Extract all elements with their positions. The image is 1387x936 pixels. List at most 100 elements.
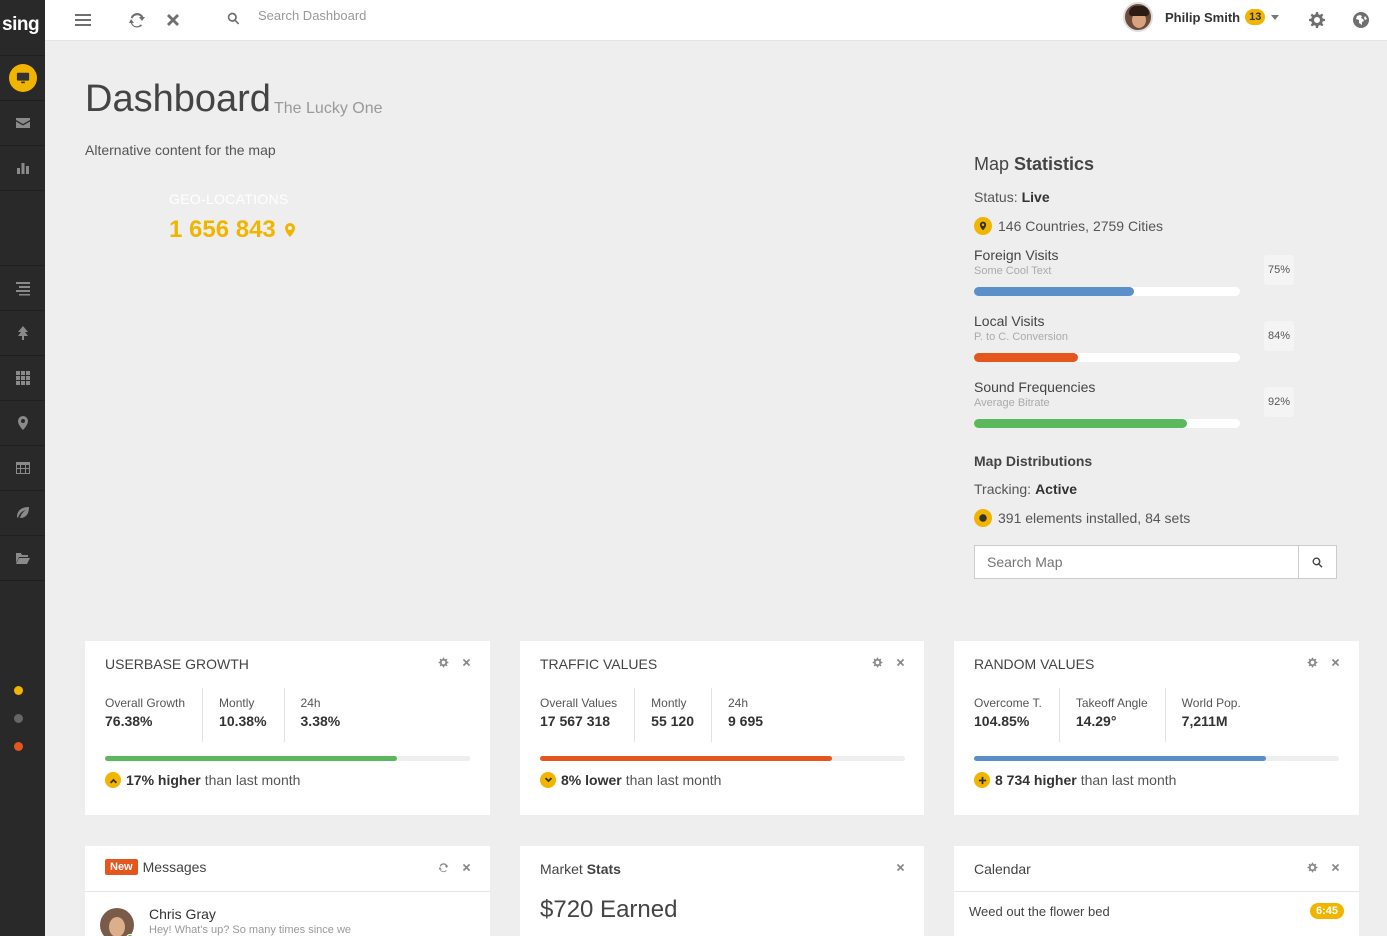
tree-icon bbox=[17, 326, 28, 340]
status-dot-orange[interactable] bbox=[14, 742, 23, 751]
stat-label: 24h bbox=[300, 696, 321, 710]
stat-value: 17 567 318 bbox=[540, 713, 611, 729]
search-dashboard-input[interactable]: Search Dashboard bbox=[258, 8, 366, 23]
globe-icon[interactable] bbox=[1352, 11, 1370, 29]
message-preview[interactable]: Hey! What's up? So many times since we bbox=[149, 924, 351, 936]
nav-extra[interactable] bbox=[0, 491, 45, 536]
brand-logo[interactable]: sing bbox=[0, 0, 45, 56]
widget-footer: 8% lower than last month bbox=[540, 772, 721, 788]
nav-lists[interactable] bbox=[0, 266, 45, 311]
divider bbox=[85, 891, 490, 892]
stat-value: 14.29° bbox=[1075, 713, 1117, 729]
menu-icon[interactable] bbox=[74, 11, 92, 29]
progress-list: Foreign Visits Some Cool Text 75% Local Vis… bbox=[974, 247, 1337, 445]
stat-label: Overcome T. bbox=[974, 696, 1042, 710]
progress-fill bbox=[974, 353, 1078, 362]
chevron-down-icon bbox=[1271, 14, 1280, 20]
progress-bar bbox=[974, 287, 1240, 296]
user-menu[interactable]: Philip Smith 13 bbox=[1123, 2, 1280, 32]
nav-charts[interactable] bbox=[0, 146, 45, 191]
bar-chart-icon bbox=[16, 163, 29, 174]
new-badge: New bbox=[105, 859, 138, 875]
chevron-down-icon bbox=[540, 772, 556, 788]
chevron-up-icon bbox=[105, 772, 121, 788]
search-icon bbox=[226, 11, 244, 29]
nav-tree[interactable] bbox=[0, 311, 45, 356]
user-name: Philip Smith bbox=[1165, 9, 1241, 25]
stat-value: 7,211M bbox=[1181, 713, 1228, 729]
widget-progress-bar bbox=[540, 756, 905, 761]
stat-value: 55 120 bbox=[651, 713, 694, 729]
gear-icon[interactable] bbox=[1307, 862, 1318, 873]
earned-value: $720 Earned bbox=[540, 896, 678, 923]
widget-title: USERBASE GROWTH bbox=[105, 656, 249, 672]
message-sender[interactable]: Chris Gray bbox=[149, 906, 216, 922]
nav-grid[interactable] bbox=[0, 356, 45, 401]
map-search-input[interactable] bbox=[975, 546, 1298, 578]
stat-label: 24h bbox=[727, 696, 749, 710]
stat-column: World Pop. 7,211M bbox=[1182, 688, 1258, 742]
align-icon bbox=[15, 282, 30, 296]
nav-spacer bbox=[0, 191, 45, 266]
stat-column: Montly 10.38% bbox=[219, 688, 285, 742]
messages-title: New Messages bbox=[105, 859, 206, 875]
nav-dashboard[interactable] bbox=[0, 56, 45, 101]
progress-percent: 92% bbox=[1264, 387, 1294, 417]
close-icon[interactable] bbox=[895, 657, 906, 668]
calendar-event-time: 6:45 bbox=[1309, 903, 1344, 919]
gear-icon[interactable] bbox=[438, 657, 449, 668]
progress-bar bbox=[974, 419, 1240, 428]
close-icon[interactable] bbox=[1330, 862, 1341, 873]
progress-percent: 75% bbox=[1264, 255, 1294, 285]
topbar: Search Dashboard Philip Smith 13 bbox=[45, 0, 1387, 41]
gear-icon bbox=[974, 509, 992, 527]
map-alt-content: Alternative content for the map bbox=[85, 142, 276, 158]
map-search-button[interactable] bbox=[1298, 546, 1336, 578]
stat-value: 76.38% bbox=[105, 713, 153, 729]
sidebar-status-dots bbox=[14, 686, 23, 770]
widget-footer: 8 734 higher than last month bbox=[974, 772, 1176, 788]
progress-fill bbox=[974, 287, 1134, 296]
gear-icon[interactable] bbox=[1308, 11, 1326, 29]
widget-title: RANDOM VALUES bbox=[974, 656, 1095, 672]
stat-column: 24h 9 695 bbox=[728, 688, 780, 742]
stat-widget: RANDOM VALUES Overcome T. 104.85% Takeoff A… bbox=[954, 641, 1359, 815]
refresh-icon[interactable] bbox=[438, 862, 449, 873]
stat-label: Takeoff Angle bbox=[1075, 696, 1148, 710]
status-dot-gray[interactable] bbox=[14, 714, 23, 723]
close-icon[interactable] bbox=[461, 657, 472, 668]
widget-progress-fill bbox=[540, 756, 832, 761]
progress-percent: 84% bbox=[1264, 321, 1294, 351]
close-icon[interactable] bbox=[1330, 657, 1341, 668]
refresh-icon[interactable] bbox=[128, 11, 146, 29]
calendar-event[interactable]: Weed out the flower bed bbox=[969, 904, 1110, 919]
close-icon[interactable] bbox=[461, 862, 472, 873]
stat-column: Takeoff Angle 14.29° bbox=[1076, 688, 1166, 742]
gear-icon[interactable] bbox=[872, 657, 883, 668]
avatar bbox=[100, 908, 134, 936]
map-statistics-panel: Map Statistics Status: Live 146 Countries… bbox=[974, 154, 1337, 579]
status-dot-yellow[interactable] bbox=[14, 686, 23, 695]
stat-widget: USERBASE GROWTH Overall Growth 76.38% Montl… bbox=[85, 641, 490, 815]
nav-inbox[interactable] bbox=[0, 101, 45, 146]
stat-column: Overall Values 17 567 318 bbox=[540, 688, 636, 742]
stat-value: 10.38% bbox=[219, 713, 267, 729]
progress-row: Local Visits P. to C. Conversion 84% bbox=[974, 313, 1337, 379]
stat-label: World Pop. bbox=[1181, 696, 1241, 710]
close-icon[interactable] bbox=[164, 11, 182, 29]
map-status: Status: Live bbox=[974, 189, 1050, 205]
gear-icon[interactable] bbox=[1307, 657, 1318, 668]
nav-maps[interactable] bbox=[0, 401, 45, 446]
nav-tables[interactable] bbox=[0, 446, 45, 491]
close-icon[interactable] bbox=[895, 862, 906, 873]
progress-bar bbox=[974, 353, 1240, 362]
stat-value: 9 695 bbox=[727, 713, 764, 729]
market-stats-widget: Market Stats $720 Earned bbox=[520, 846, 924, 936]
sidebar: sing bbox=[0, 0, 45, 936]
divider bbox=[954, 891, 1359, 892]
map-marker-icon bbox=[284, 223, 295, 237]
nav-files[interactable] bbox=[0, 536, 45, 581]
map-elements: 391 elements installed, 84 sets bbox=[974, 509, 1337, 527]
market-stats-title: Market Stats bbox=[540, 861, 621, 877]
map-statistics-title: Map Statistics bbox=[974, 154, 1095, 174]
